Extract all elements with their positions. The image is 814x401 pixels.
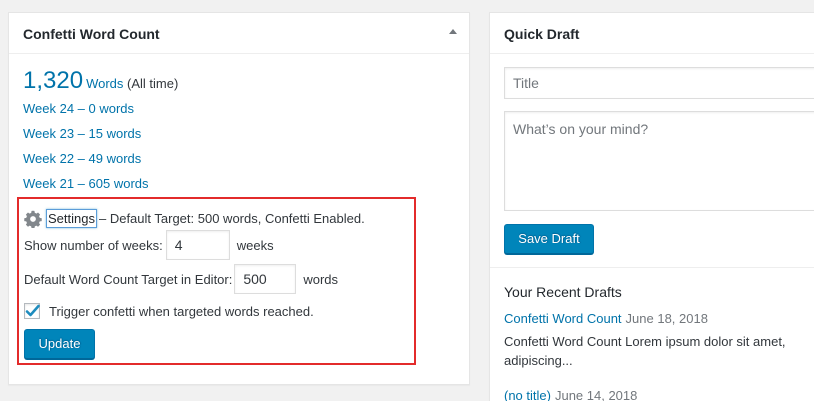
widget-title: Quick Draft xyxy=(504,26,580,42)
total-word-count: 1,320 Words (All time) xyxy=(23,67,178,95)
draft-title-link[interactable]: (no title) xyxy=(504,388,551,401)
divider xyxy=(490,267,814,268)
settings-summary: – Default Target: 500 words, Confetti En… xyxy=(98,211,365,226)
target-label: Default Word Count Target in Editor: xyxy=(24,271,233,287)
target-input[interactable] xyxy=(234,264,297,294)
draft-item: Confetti Word Count June 18, 2018 xyxy=(504,311,708,326)
save-draft-button[interactable]: Save Draft xyxy=(504,224,594,254)
collapse-arrow-icon[interactable] xyxy=(449,29,457,34)
total-suffix: (All time) xyxy=(127,76,179,91)
total-words-link[interactable]: Words xyxy=(86,76,123,91)
draft-excerpt: Confetti Word Count Lorem ipsum dolor si… xyxy=(504,334,786,368)
target-row: Default Word Count Target in Editor: wor… xyxy=(24,264,338,294)
week-link[interactable]: Week 23 – 15 words xyxy=(23,126,141,142)
checkmark-icon xyxy=(25,304,40,317)
draft-date: June 18, 2018 xyxy=(625,311,708,326)
widget-header: Quick Draft xyxy=(490,13,814,54)
week-link[interactable]: Week 22 – 49 words xyxy=(23,151,141,167)
weeks-suffix: weeks xyxy=(236,237,274,253)
week-link[interactable]: Week 21 – 605 words xyxy=(23,176,149,192)
gear-icon xyxy=(24,210,42,228)
settings-panel: Settings – Default Target: 500 words, Co… xyxy=(17,197,416,365)
draft-item: (no title) June 14, 2018 xyxy=(504,388,637,401)
weeks-row: Show number of weeks: weeks xyxy=(24,230,274,260)
update-button[interactable]: Update xyxy=(24,329,95,359)
draft-title-input[interactable]: Title xyxy=(504,67,814,99)
target-suffix: words xyxy=(303,271,339,287)
recent-drafts-heading: Your Recent Drafts xyxy=(504,284,622,300)
confetti-checkbox[interactable] xyxy=(24,303,40,319)
confetti-label: Trigger confetti when targeted words rea… xyxy=(49,303,314,319)
widget-header: Confetti Word Count xyxy=(9,13,469,54)
week-link[interactable]: Week 24 – 0 words xyxy=(23,101,134,117)
total-number-link[interactable]: 1,320 xyxy=(23,67,83,94)
confetti-word-count-widget: Confetti Word Count 1,320 Words (All time… xyxy=(8,12,470,385)
weeks-input[interactable] xyxy=(165,230,230,260)
draft-content-textarea[interactable]: What’s on your mind? xyxy=(504,111,814,211)
draft-title-link[interactable]: Confetti Word Count xyxy=(504,311,622,326)
settings-summary-line: Settings – Default Target: 500 words, Co… xyxy=(24,209,365,228)
draft-date: June 14, 2018 xyxy=(554,388,638,401)
confetti-checkbox-row: Trigger confetti when targeted words rea… xyxy=(24,303,314,319)
settings-link[interactable]: Settings xyxy=(46,209,97,228)
widget-title: Confetti Word Count xyxy=(23,26,160,42)
weeks-label: Show number of weeks: xyxy=(24,237,163,253)
quick-draft-widget: Quick Draft Title What’s on your mind? S… xyxy=(489,12,814,401)
